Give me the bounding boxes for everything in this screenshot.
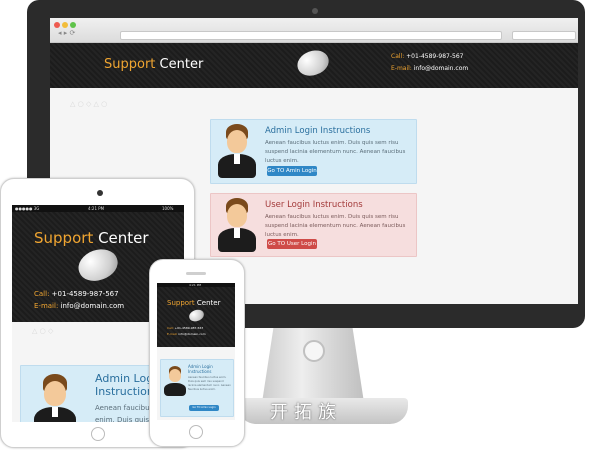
phone-mouse-icon: [187, 307, 206, 324]
user-card-title: User Login Instructions: [265, 200, 363, 210]
phone-admin-text: Aenean faucibus luctus enim. Duis quis s…: [188, 376, 231, 391]
tablet-mouse-icon: [74, 244, 122, 286]
browser-search-bar[interactable]: [512, 31, 576, 40]
phone-speaker: [186, 272, 206, 275]
phone-contact-email: E-mail: info@domain.com: [167, 332, 206, 336]
tablet-background-pattern: △ ○ ◇: [32, 327, 54, 335]
contact-email: E-mail: info@domain.com: [391, 65, 469, 72]
tablet-contact-call: Call: +01-4589-987-567: [34, 290, 119, 298]
phone-screen: 4:21 PM Support Center Call: +01-4589-98…: [157, 283, 235, 420]
phone-site-logo[interactable]: Support Center: [167, 299, 220, 307]
phone-admin-avatar-icon: [164, 366, 186, 396]
site-logo[interactable]: Support Center: [104, 57, 203, 72]
tablet-status-bar: ●●●●● 3G 4:21 PM 100%: [12, 205, 184, 212]
admin-card-title: Admin Login Instructions: [265, 126, 371, 136]
user-card-text: Aenean faucibus luctus enim. Duis quis s…: [265, 214, 406, 238]
admin-avatar-icon: [217, 124, 257, 180]
background-pattern: △ ○ ◇ △ ○: [70, 100, 108, 108]
phone-site-header: Support Center Call: +01-4589-987-567 E-…: [157, 287, 235, 347]
tablet-home-button: [91, 427, 105, 441]
watermark-text: 开拓族: [270, 402, 342, 423]
admin-card-text: Aenean faucibus luctus enim. Duis quis s…: [265, 140, 406, 164]
admin-login-card: Admin Login Instructions Aenean faucibus…: [210, 119, 417, 184]
address-bar[interactable]: [120, 31, 502, 40]
monitor-camera: [312, 8, 318, 14]
back-forward-icon[interactable]: ◂ ▸ ⟳: [58, 29, 75, 37]
phone-admin-title-line2: Instructions: [188, 369, 212, 374]
user-avatar-icon: [217, 198, 257, 254]
tablet-site-logo[interactable]: Support Center: [34, 229, 149, 247]
monitor-stand: [262, 328, 364, 400]
phone-admin-card: Admin Login Instructions Aenean faucibus…: [160, 359, 234, 417]
contact-call: Call: +01-4589-987-567: [391, 53, 464, 60]
computer-mouse-icon: [293, 46, 333, 80]
browser-chrome: ◂ ▸ ⟳: [50, 18, 578, 43]
tablet-camera: [97, 190, 103, 196]
tablet-contact-email: E-mail: info@domain.com: [34, 302, 125, 310]
close-dot-icon[interactable]: [54, 22, 60, 28]
phone-home-button: [189, 425, 203, 439]
maximize-dot-icon[interactable]: [70, 22, 76, 28]
admin-login-button[interactable]: Go TO Amin Login: [267, 166, 317, 176]
user-login-card: User Login Instructions Aenean faucibus …: [210, 193, 417, 257]
tablet-admin-avatar-icon: [33, 374, 77, 422]
phone-admin-login-button[interactable]: Go TO Amin Login: [189, 405, 219, 411]
monitor-power-button: [303, 340, 325, 362]
minimize-dot-icon[interactable]: [62, 22, 68, 28]
phone-contact-call: Call: +01-4589-987-567: [167, 326, 204, 330]
site-header: Support Center Call: +01-4589-987-567 E-…: [50, 43, 578, 88]
user-login-button[interactable]: Go TO User Login: [267, 239, 317, 249]
